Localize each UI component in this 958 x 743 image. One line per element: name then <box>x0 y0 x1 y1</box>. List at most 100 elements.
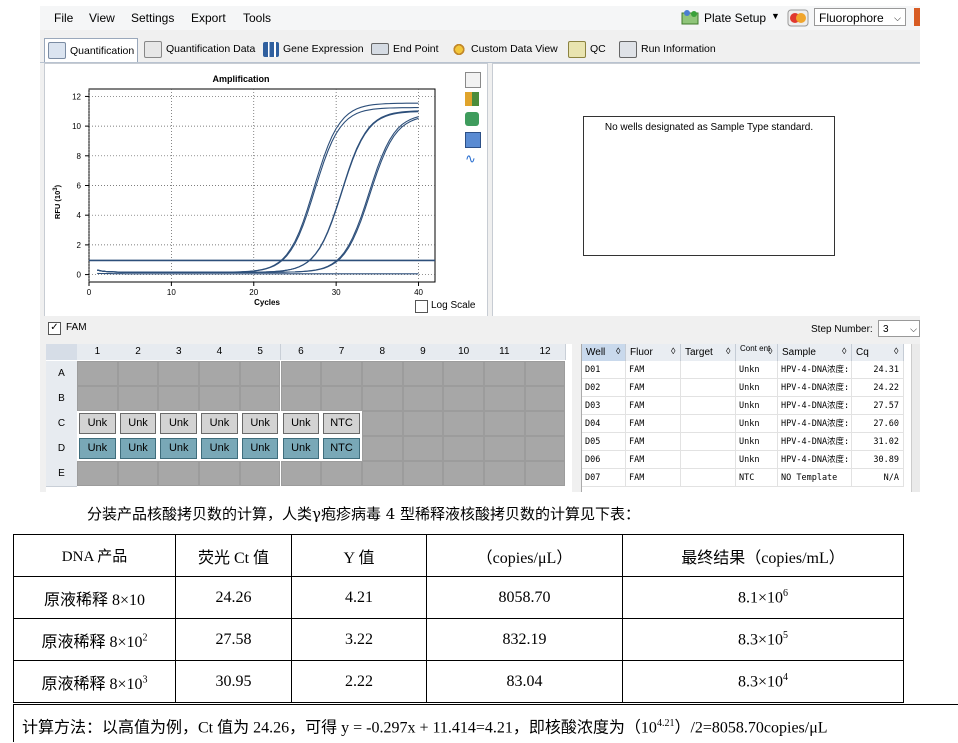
plate-column-header[interactable]: 11 <box>484 344 526 360</box>
table-cell[interactable]: HPV-4-DNA浓度: <box>778 361 852 379</box>
table-cell[interactable] <box>681 451 736 469</box>
plate-column-header[interactable]: 4 <box>199 344 241 360</box>
plate-well[interactable] <box>239 461 281 486</box>
plate-well[interactable] <box>361 411 403 436</box>
plate-well[interactable]: Unk <box>119 413 157 434</box>
table-cell[interactable]: D01 <box>582 361 626 379</box>
plate-well[interactable]: Unk <box>119 438 157 459</box>
overflow-icon[interactable] <box>914 8 920 26</box>
plate-well[interactable] <box>361 386 403 411</box>
table-cell[interactable]: HPV-4-DNA浓度: <box>778 415 852 433</box>
fluorophore-icon[interactable] <box>787 8 809 28</box>
table-cell[interactable]: FAM <box>626 397 681 415</box>
plate-well[interactable] <box>402 386 444 411</box>
table-cell[interactable] <box>681 433 736 451</box>
tab-run-information[interactable]: Run Information <box>616 38 716 60</box>
table-cell[interactable]: Unkn <box>736 361 778 379</box>
plate-well[interactable]: Unk <box>201 413 238 434</box>
plate-well[interactable]: NTC <box>323 438 360 459</box>
plate-row-header[interactable]: E <box>46 461 77 487</box>
plate-well[interactable] <box>321 461 362 486</box>
table-cell[interactable]: 27.60 <box>852 415 904 433</box>
tab-quantification[interactable]: Quantification <box>44 38 138 62</box>
plate-well[interactable] <box>524 386 566 411</box>
copy-icon[interactable] <box>465 72 481 88</box>
image-icon[interactable] <box>465 132 481 148</box>
plate-well[interactable] <box>484 361 525 386</box>
step-number-select[interactable]: 3 ⌵ <box>878 320 920 337</box>
plate-row-header[interactable]: D <box>46 436 77 462</box>
table-cell[interactable]: NO Template <box>778 469 852 487</box>
plate-well[interactable] <box>524 411 566 436</box>
plate-well[interactable] <box>484 386 525 411</box>
plate-column-header[interactable]: 2 <box>117 344 160 360</box>
table-cell[interactable]: Unkn <box>736 415 778 433</box>
plate-well[interactable]: Unk <box>160 413 198 434</box>
table-cell[interactable]: Unkn <box>736 379 778 397</box>
curve-style-icon[interactable]: ∿ <box>465 152 479 166</box>
fam-checkbox[interactable]: ✓ <box>48 322 61 335</box>
table-cell[interactable]: D04 <box>582 415 626 433</box>
plate-well[interactable] <box>361 461 403 486</box>
plate-well[interactable]: Unk <box>160 438 198 459</box>
plate-well[interactable] <box>361 436 403 461</box>
tab-qc[interactable]: QC <box>565 38 606 60</box>
plate-well[interactable]: Unk <box>241 413 279 434</box>
plate-well[interactable] <box>239 386 281 411</box>
plate-well[interactable] <box>361 361 403 386</box>
menu-settings[interactable]: Settings <box>131 11 174 25</box>
menu-file[interactable]: File <box>54 11 73 25</box>
plate-well[interactable] <box>484 436 525 461</box>
table-cell[interactable]: D05 <box>582 433 626 451</box>
plate-well[interactable] <box>443 386 484 411</box>
table-cell[interactable]: Unkn <box>736 433 778 451</box>
table-cell[interactable]: FAM <box>626 469 681 487</box>
plate-well[interactable] <box>524 436 566 461</box>
plate-well[interactable] <box>484 461 525 486</box>
menu-export[interactable]: Export <box>191 11 226 25</box>
plate-column-header[interactable]: 1 <box>77 344 119 360</box>
plate-column-header[interactable]: 7 <box>321 344 363 360</box>
plate-well[interactable] <box>117 461 159 486</box>
table-cell[interactable]: D06 <box>582 451 626 469</box>
sort-icon[interactable]: ◊ <box>894 346 898 356</box>
table-cell[interactable]: HPV-4-DNA浓度: <box>778 397 852 415</box>
plate-well[interactable] <box>443 411 484 436</box>
table-cell[interactable] <box>681 397 736 415</box>
table-cell[interactable]: FAM <box>626 433 681 451</box>
table-cell[interactable]: 30.89 <box>852 451 904 469</box>
table-cell[interactable] <box>681 415 736 433</box>
sort-icon[interactable]: ◊ <box>671 346 675 356</box>
table-cell[interactable]: HPV-4-DNA浓度: <box>778 379 852 397</box>
plate-well[interactable] <box>484 411 525 436</box>
plate-well[interactable] <box>443 436 484 461</box>
plate-well[interactable]: Unk <box>241 438 279 459</box>
plate-well[interactable]: Unk <box>282 413 320 434</box>
table-cell[interactable]: 27.57 <box>852 397 904 415</box>
table-cell[interactable]: NTC <box>736 469 778 487</box>
plate-setup-icon[interactable] <box>681 9 701 26</box>
sort-icon[interactable]: ◊ <box>842 346 846 356</box>
table-cell[interactable] <box>681 379 736 397</box>
plate-column-header[interactable]: 6 <box>280 344 323 360</box>
plate-row-header[interactable]: C <box>46 411 77 437</box>
plate-well[interactable]: Unk <box>79 438 116 459</box>
log-scale-checkbox[interactable] <box>415 300 428 313</box>
plate-well[interactable] <box>443 361 484 386</box>
menu-tools[interactable]: Tools <box>243 11 271 25</box>
plate-well[interactable] <box>280 461 322 486</box>
tab-custom-data-view[interactable]: Custom Data View <box>448 38 558 60</box>
table-cell[interactable] <box>681 469 736 487</box>
amplification-chart[interactable]: Amplification RFU (103) Cycles 0 10 20 30 40… <box>45 64 487 317</box>
sort-icon[interactable]: ◊ <box>616 346 620 356</box>
plate-well[interactable] <box>158 386 200 411</box>
plate-well[interactable] <box>117 386 159 411</box>
plate-well[interactable] <box>280 386 322 411</box>
plate-well[interactable] <box>524 461 566 486</box>
table-cell[interactable]: FAM <box>626 415 681 433</box>
table-cell[interactable]: N/A <box>852 469 904 487</box>
plate-well[interactable]: Unk <box>282 438 320 459</box>
table-cell[interactable]: 24.31 <box>852 361 904 379</box>
plate-column-header[interactable]: 12 <box>524 344 567 360</box>
plate-column-header[interactable]: 5 <box>239 344 282 360</box>
